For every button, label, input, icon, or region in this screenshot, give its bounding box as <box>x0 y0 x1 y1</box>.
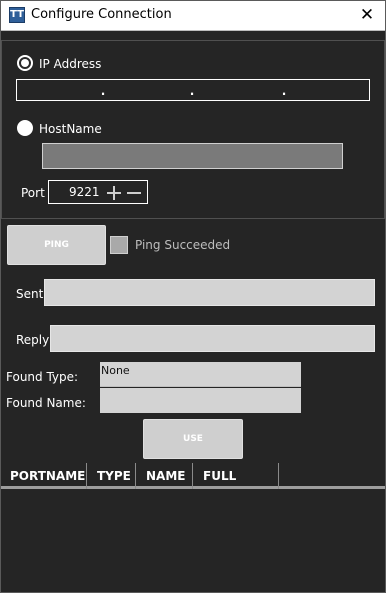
found-name-value <box>100 388 301 413</box>
column-header-name[interactable]: NAME <box>136 463 193 489</box>
column-header-full-name[interactable]: FULL NAME <box>193 463 279 509</box>
column-header-portname[interactable]: PORTNAME <box>0 463 87 489</box>
ports-grid-body[interactable] <box>0 489 386 593</box>
reply-label: Reply <box>16 333 50 347</box>
app-icon: TT <box>9 7 25 23</box>
ping-succeeded-checkbox[interactable] <box>110 236 128 254</box>
port-value[interactable]: 9221 <box>69 185 100 199</box>
found-type-label: Found Type: <box>6 370 79 384</box>
ping-button[interactable]: PING <box>7 225 106 265</box>
ip-address-input[interactable]: . . . <box>16 79 370 101</box>
ip-address-label: IP Address <box>39 57 102 71</box>
reply-field[interactable] <box>50 325 375 352</box>
found-type-value: None <box>100 362 301 387</box>
plus-icon-vertical[interactable] <box>113 186 115 200</box>
close-button[interactable]: ✕ <box>352 2 382 29</box>
sent-field[interactable] <box>44 279 375 306</box>
use-button[interactable]: USE <box>143 419 243 459</box>
ip-separator-3: . <box>281 84 287 98</box>
sent-label: Sent <box>16 287 44 301</box>
minus-icon[interactable] <box>127 192 141 194</box>
ip-separator-2: . <box>189 84 195 98</box>
port-label: Port <box>21 186 45 200</box>
column-header-type[interactable]: TYPE <box>87 463 136 489</box>
found-name-label: Found Name: <box>6 396 86 410</box>
ip-address-radio[interactable] <box>17 55 33 71</box>
close-icon: ✕ <box>359 5 375 25</box>
port-stepper[interactable]: 9221 <box>48 180 148 204</box>
hostname-input[interactable] <box>42 143 343 169</box>
window-title: Configure Connection <box>31 7 172 22</box>
ports-grid-header: PORTNAME TYPE NAME FULL NAME <box>0 463 386 509</box>
ip-separator-1: . <box>100 84 106 98</box>
ping-succeeded-label: Ping Succeeded <box>135 238 231 252</box>
hostname-label: HostName <box>39 122 102 136</box>
hostname-radio[interactable] <box>17 120 33 136</box>
